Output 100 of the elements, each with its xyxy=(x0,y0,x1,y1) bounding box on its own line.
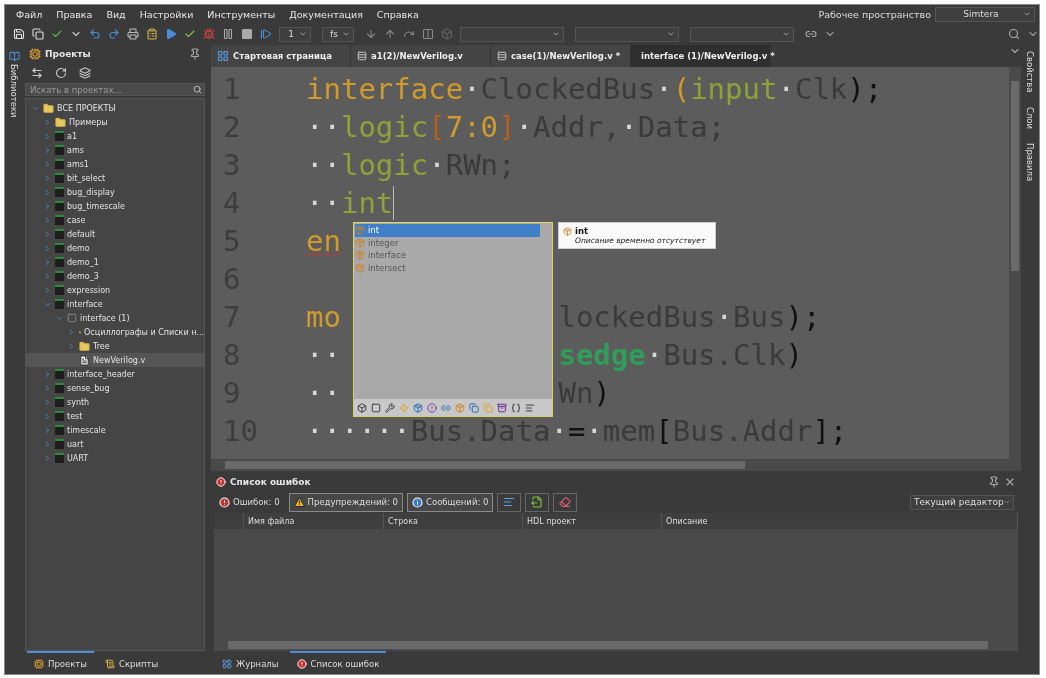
menu-item[interactable]: Инструменты xyxy=(200,8,283,20)
tree-item[interactable]: Примеры xyxy=(26,115,204,129)
clipboard-icon[interactable] xyxy=(146,28,158,40)
editor-tab[interactable]: Стартовая страница xyxy=(211,45,351,67)
tree-item[interactable]: expression xyxy=(26,283,204,297)
code-token: ·· xyxy=(306,186,341,220)
tree-item[interactable]: demo_1 xyxy=(26,255,204,269)
keyword-icon xyxy=(355,237,365,248)
side-tab[interactable]: Слои xyxy=(1025,106,1035,129)
arrow-down-icon[interactable] xyxy=(365,28,377,40)
tree-item[interactable]: timescale xyxy=(26,423,204,437)
align-button[interactable] xyxy=(497,492,522,512)
circle-icon xyxy=(427,402,437,413)
square-icon xyxy=(67,313,77,323)
tree-item[interactable]: bug_display xyxy=(26,185,204,199)
menu-item[interactable]: Вид xyxy=(99,8,133,20)
tree-item[interactable]: uart xyxy=(26,437,204,451)
tree-item[interactable]: Tree xyxy=(26,339,204,353)
tree-item[interactable]: UART xyxy=(26,451,204,465)
save-icon[interactable] xyxy=(13,28,25,40)
menu-item[interactable]: Настройки xyxy=(132,8,201,20)
redo-icon[interactable] xyxy=(108,28,120,40)
scope-dropdown[interactable]: Текущий редактор xyxy=(910,494,1014,510)
copy-icon xyxy=(469,402,479,413)
tree-item[interactable]: interface xyxy=(26,297,204,311)
vertical-scrollbar[interactable] xyxy=(1009,67,1021,459)
panel-tab[interactable]: Список ошибок xyxy=(289,651,387,674)
menu-item[interactable]: Справка xyxy=(369,8,426,20)
toolbar-dropdown[interactable]: fs xyxy=(322,26,354,42)
close-icon[interactable] xyxy=(1004,476,1016,488)
side-tab[interactable]: Правила xyxy=(1025,142,1035,181)
copy-icon[interactable] xyxy=(32,28,44,40)
column-header[interactable]: Строка xyxy=(384,513,523,529)
columns-icon[interactable] xyxy=(422,28,434,40)
code-token: ······ xyxy=(306,414,411,448)
check-icon[interactable] xyxy=(51,28,63,40)
play-icon[interactable] xyxy=(165,28,177,40)
swap-icon[interactable] xyxy=(31,67,43,79)
bug-icon[interactable] xyxy=(203,28,215,40)
undo-icon[interactable] xyxy=(89,28,101,40)
link-icon[interactable] xyxy=(805,28,817,40)
collapse-icon[interactable] xyxy=(79,67,91,79)
libraries-tab[interactable]: Библиотеки xyxy=(8,51,20,118)
step-icon[interactable] xyxy=(260,28,272,40)
column-header[interactable]: Описание xyxy=(662,513,1018,529)
tree-item[interactable]: ams1 xyxy=(26,157,204,171)
pause-icon[interactable] xyxy=(222,28,234,40)
editor-tab[interactable]: a1(2)/NewVerilog.v xyxy=(351,45,491,67)
refresh-icon[interactable] xyxy=(55,67,67,79)
info-icon xyxy=(412,496,423,508)
tree-item[interactable]: ams xyxy=(26,143,204,157)
tree-item[interactable]: ВСЕ ПРОЕКТЫ xyxy=(26,101,204,115)
tree-item[interactable]: demo_3 xyxy=(26,269,204,283)
tree-item[interactable]: a1 xyxy=(26,129,204,143)
pin-icon[interactable] xyxy=(988,476,1000,488)
module-icon xyxy=(357,402,367,413)
filter-button[interactable]: Ошибок: 0 xyxy=(214,492,285,512)
tree-item[interactable]: Осциллографы и Списки н... xyxy=(26,325,204,339)
side-tab[interactable]: Свойства xyxy=(1025,51,1035,93)
search-field[interactable]: Искать в проектах... xyxy=(25,83,205,96)
stop-icon[interactable] xyxy=(241,28,253,40)
caret-icon xyxy=(552,30,560,38)
panel-tab[interactable]: Проекты xyxy=(27,651,94,674)
caret-icon xyxy=(299,30,307,38)
column-header[interactable]: Имя файла xyxy=(244,513,384,529)
tree-item[interactable]: test xyxy=(26,409,204,423)
pin-icon[interactable] xyxy=(189,48,201,60)
tree-item[interactable]: bug_timescale xyxy=(26,199,204,213)
workspace-dropdown[interactable]: Simtera xyxy=(935,6,1035,22)
column-header[interactable]: HDL проект xyxy=(523,513,662,529)
tree-item[interactable]: sense_bug xyxy=(26,381,204,395)
completion-item[interactable]: int xyxy=(355,224,540,237)
menu-item[interactable]: Документация xyxy=(282,8,370,20)
tree-item[interactable]: synth xyxy=(26,395,204,409)
export-button[interactable] xyxy=(525,492,550,512)
toolbar-dropdown[interactable]: 1 xyxy=(279,26,311,42)
tree-item[interactable]: NewVerilog.v xyxy=(26,353,204,367)
tree-item[interactable]: interface (1) xyxy=(26,311,204,325)
menu-item[interactable]: Правка xyxy=(49,8,100,20)
check-icon[interactable] xyxy=(184,28,196,40)
tree-item[interactable]: default xyxy=(26,227,204,241)
code-token: ); xyxy=(785,300,821,334)
horizontal-scrollbar[interactable] xyxy=(211,459,1021,471)
filter-button[interactable]: Предупреждений: 0 xyxy=(288,492,403,512)
tree-item[interactable]: demo xyxy=(26,241,204,255)
arrow-up-icon[interactable] xyxy=(384,28,396,40)
printer-icon[interactable] xyxy=(127,28,139,40)
redo-icon[interactable] xyxy=(403,28,415,40)
menu-item[interactable]: Файл xyxy=(9,8,50,20)
zoom-icon[interactable] xyxy=(1008,28,1020,40)
editor-tab[interactable]: case(1)/NewVerilog.v * xyxy=(491,45,631,67)
filter-button[interactable]: Сообщений: 0 xyxy=(407,492,494,512)
tree-item[interactable]: interface_header xyxy=(26,367,204,381)
tree-item[interactable]: bit_select xyxy=(26,171,204,185)
search-icon xyxy=(193,85,202,94)
panel-tab[interactable]: Журналы xyxy=(215,651,286,674)
clear-button[interactable] xyxy=(553,492,578,512)
panel-tab[interactable]: Скрипты xyxy=(98,651,166,674)
tree-item[interactable]: case xyxy=(26,213,204,227)
cube-icon[interactable] xyxy=(441,28,453,40)
